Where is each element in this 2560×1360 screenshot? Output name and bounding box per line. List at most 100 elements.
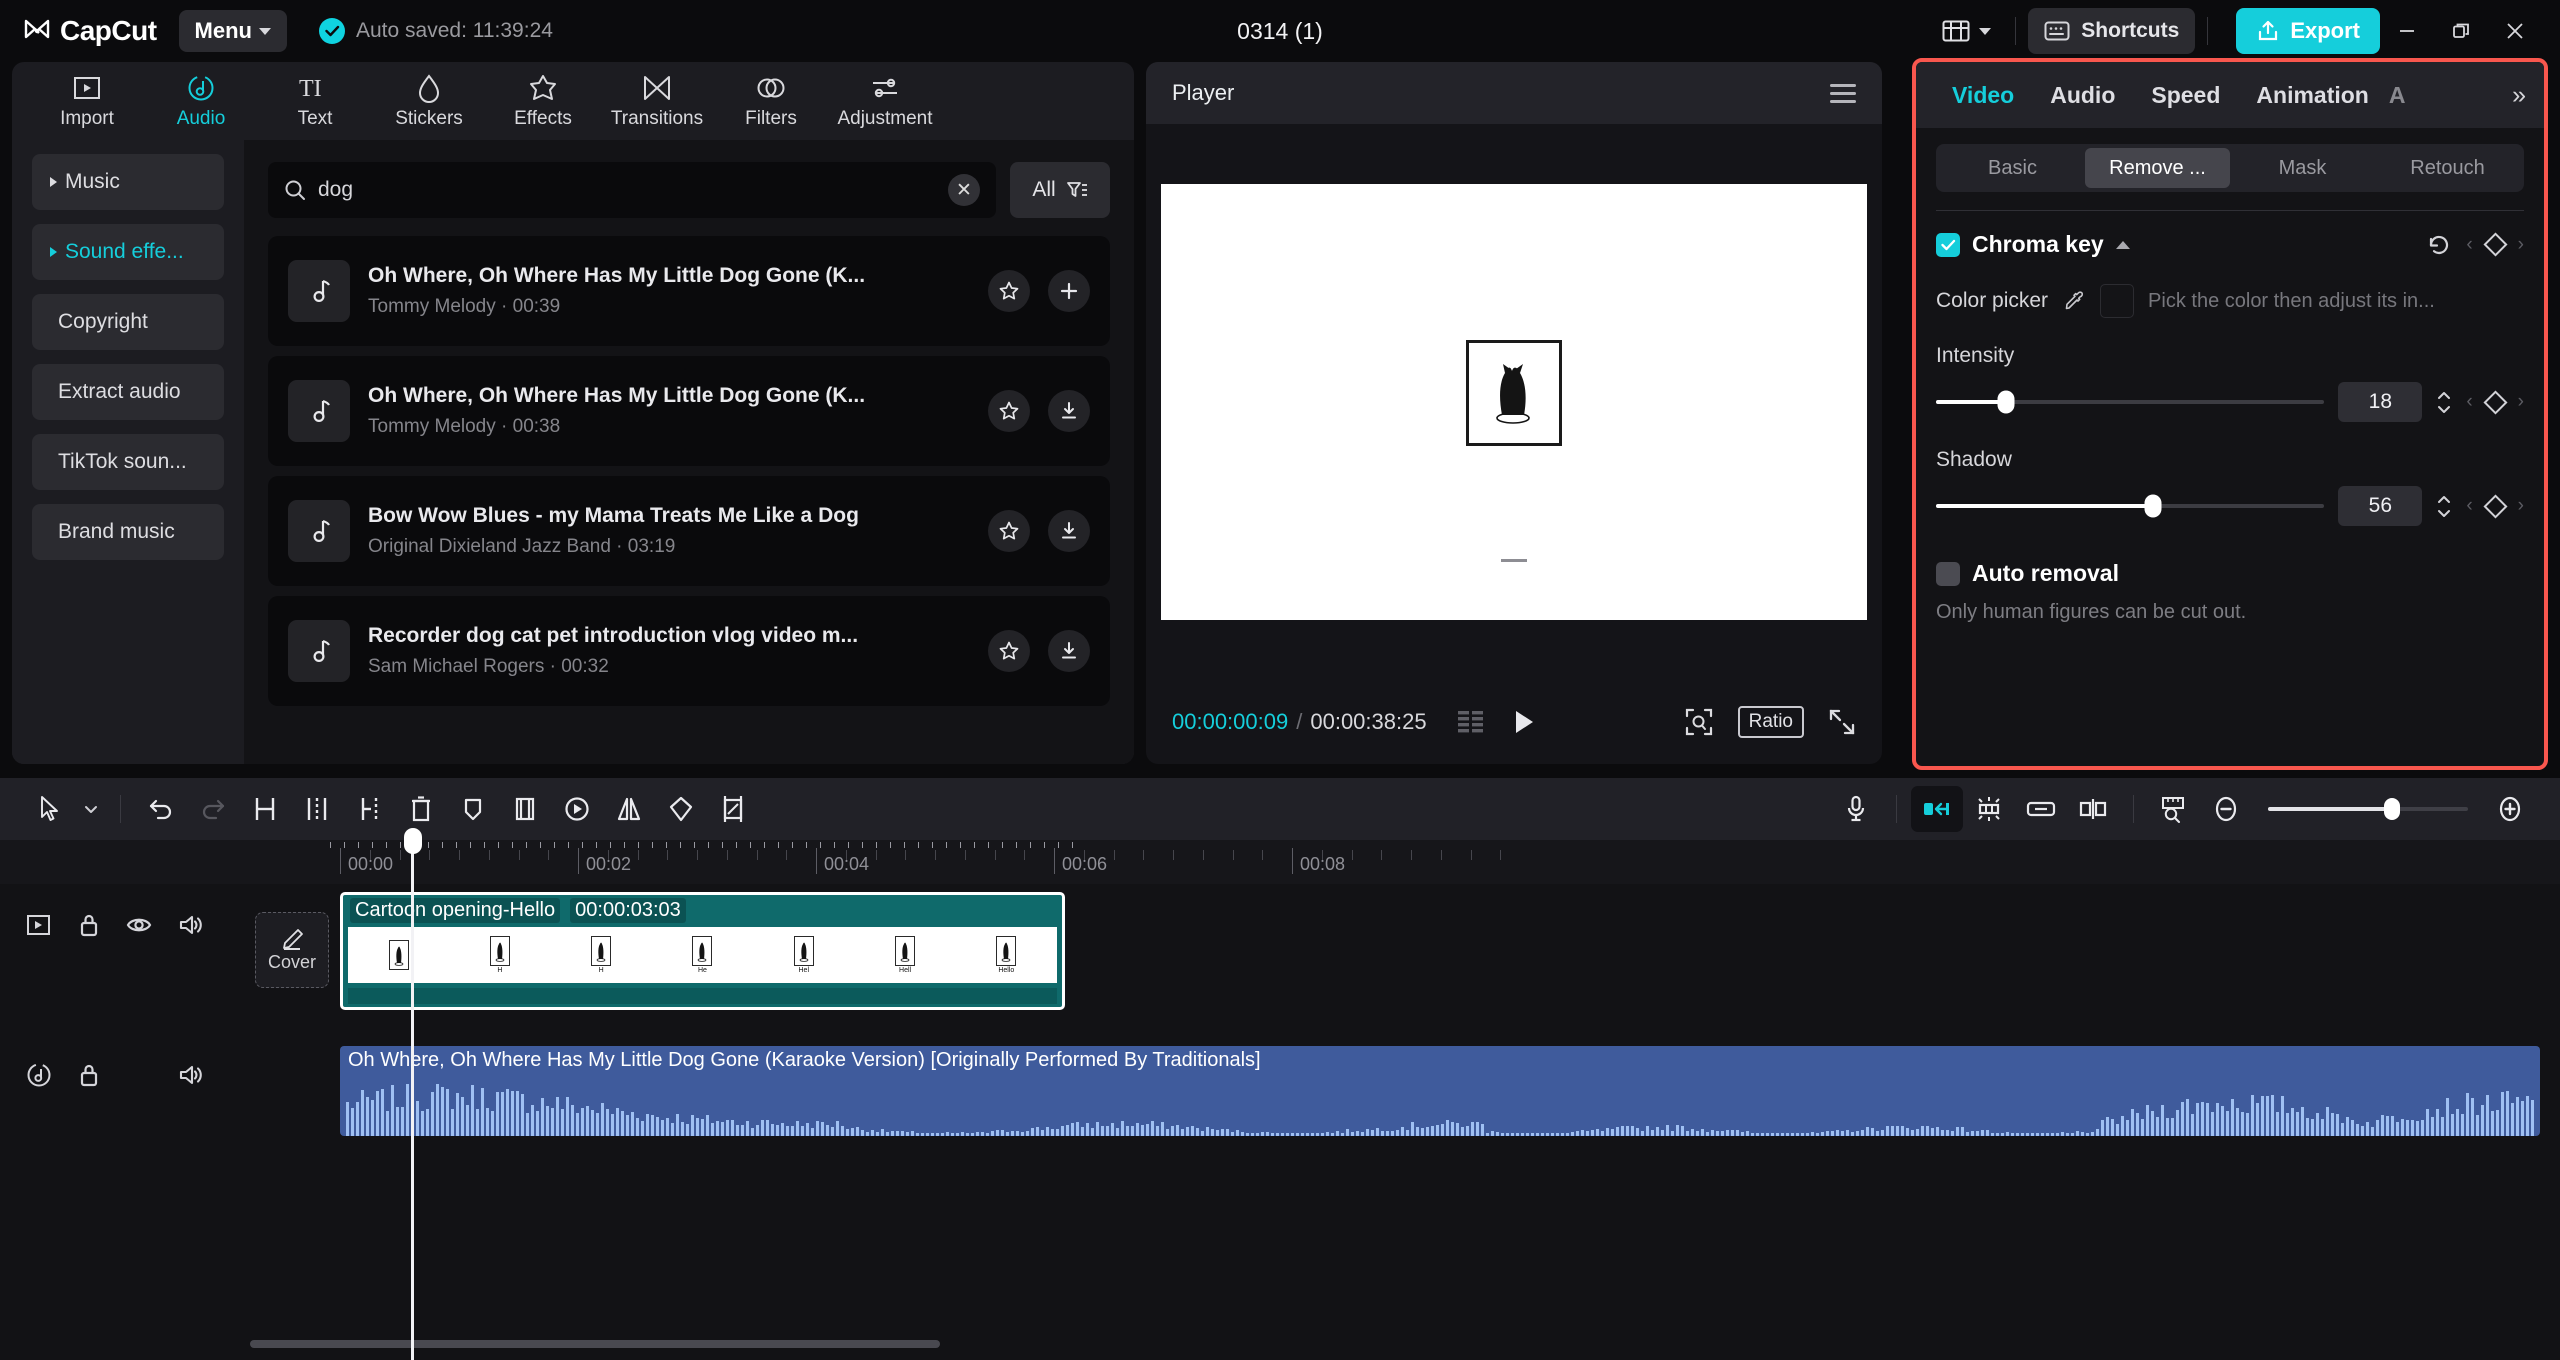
subtab-mask[interactable]: Mask: [2230, 148, 2375, 188]
category-sound-effects[interactable]: Sound effe...: [32, 224, 224, 280]
mirror-track-icon[interactable]: [26, 913, 52, 937]
list-item[interactable]: Recorder dog cat pet introduction vlog v…: [268, 596, 1110, 706]
ratio-button[interactable]: Ratio: [1738, 706, 1804, 738]
tab-adjustment[interactable]: Adjustment: [828, 65, 942, 137]
mirror-icon[interactable]: [603, 786, 655, 832]
tab-speed[interactable]: Speed: [2133, 82, 2238, 109]
layout-button[interactable]: [1930, 10, 2003, 52]
tab-adjustment-partial[interactable]: A: [2387, 82, 2408, 109]
keyframe-icon[interactable]: [447, 786, 499, 832]
subtab-basic[interactable]: Basic: [1940, 148, 2085, 188]
frames-grid-icon[interactable]: [1457, 709, 1485, 735]
crop-frame-icon[interactable]: [499, 786, 551, 832]
tab-text[interactable]: TI Text: [258, 65, 372, 137]
volume-icon[interactable]: [178, 1063, 204, 1087]
download-icon[interactable]: [1048, 510, 1090, 552]
timeline-ruler[interactable]: 00:0000:0200:0400:0600:08: [0, 840, 2560, 884]
resize-handle[interactable]: [1501, 559, 1527, 562]
crop-icon[interactable]: [707, 786, 759, 832]
tab-stickers[interactable]: Stickers: [372, 65, 486, 137]
scrollbar-thumb[interactable]: [250, 1340, 940, 1348]
next-keyframe-icon[interactable]: ›: [2518, 391, 2524, 413]
zoom-slider[interactable]: [2268, 807, 2468, 811]
minimize-button[interactable]: [2380, 8, 2434, 54]
chevron-up-icon[interactable]: [2116, 241, 2130, 249]
video-clip[interactable]: Cartoon opening-Hello 00:00:03:03 HHHeHe…: [340, 892, 1065, 1010]
intensity-stepper[interactable]: [2436, 391, 2452, 414]
zoom-fit-icon[interactable]: [1684, 707, 1714, 737]
auto-removal-checkbox[interactable]: [1936, 562, 1960, 586]
category-tiktok-sounds[interactable]: TikTok soun...: [32, 434, 224, 490]
prev-keyframe-icon[interactable]: ‹: [2466, 234, 2472, 256]
shortcuts-button[interactable]: Shortcuts: [2028, 8, 2195, 54]
lock-icon[interactable]: [78, 912, 100, 938]
audio-clip[interactable]: Oh Where, Oh Where Has My Little Dog Gon…: [340, 1046, 2540, 1136]
add-keyframe-icon[interactable]: [2483, 232, 2507, 256]
play-icon[interactable]: [1511, 708, 1537, 736]
link-icon[interactable]: [2015, 786, 2067, 832]
next-keyframe-icon[interactable]: ›: [2518, 495, 2524, 517]
tab-effects[interactable]: Effects: [486, 65, 600, 137]
favorite-star-icon[interactable]: [988, 270, 1030, 312]
prev-keyframe-icon[interactable]: ‹: [2466, 391, 2472, 413]
category-extract-audio[interactable]: Extract audio: [32, 364, 224, 420]
menu-button[interactable]: Menu: [179, 10, 287, 52]
tab-video[interactable]: Video: [1934, 82, 2032, 109]
prev-keyframe-icon[interactable]: ‹: [2466, 495, 2472, 517]
filter-all-button[interactable]: All: [1010, 162, 1110, 218]
snap-magnet-icon[interactable]: [1911, 786, 1963, 832]
search-box[interactable]: ✕: [268, 162, 996, 218]
split-icon[interactable]: [239, 786, 291, 832]
chevron-double-right-icon[interactable]: »: [2504, 81, 2526, 110]
eye-icon[interactable]: [126, 913, 152, 937]
detach-audio-icon[interactable]: [2067, 786, 2119, 832]
search-input[interactable]: [318, 178, 936, 202]
clear-search-icon[interactable]: ✕: [948, 174, 980, 206]
intensity-slider[interactable]: [1936, 400, 2324, 404]
volume-icon[interactable]: [178, 913, 204, 937]
plus-icon[interactable]: [1048, 270, 1090, 312]
next-keyframe-icon[interactable]: ›: [2518, 234, 2524, 256]
hamburger-icon[interactable]: [1830, 84, 1856, 103]
rotate-icon[interactable]: [655, 786, 707, 832]
audio-track-icon[interactable]: [26, 1062, 52, 1088]
tab-filters[interactable]: Filters: [714, 65, 828, 137]
zoom-out-icon[interactable]: [2200, 786, 2252, 832]
intensity-value[interactable]: 18: [2338, 382, 2422, 422]
fullscreen-icon[interactable]: [1828, 708, 1856, 736]
lock-icon[interactable]: [78, 1062, 100, 1088]
tab-transitions[interactable]: Transitions: [600, 65, 714, 137]
split-right-icon[interactable]: [343, 786, 395, 832]
tab-audio[interactable]: Audio: [2032, 82, 2133, 109]
category-brand-music[interactable]: Brand music: [32, 504, 224, 560]
subtab-retouch[interactable]: Retouch: [2375, 148, 2520, 188]
shadow-stepper[interactable]: [2436, 495, 2452, 518]
category-copyright[interactable]: Copyright: [32, 294, 224, 350]
redo-icon[interactable]: [187, 786, 239, 832]
list-item[interactable]: Oh Where, Oh Where Has My Little Dog Gon…: [268, 356, 1110, 466]
tab-audio[interactable]: Audio: [144, 65, 258, 137]
close-button[interactable]: [2488, 8, 2542, 54]
favorite-star-icon[interactable]: [988, 390, 1030, 432]
color-swatch[interactable]: [2100, 284, 2134, 318]
chevron-down-icon[interactable]: [76, 786, 106, 832]
add-keyframe-icon[interactable]: [2483, 390, 2507, 414]
undo-icon[interactable]: [135, 786, 187, 832]
chroma-key-checkbox[interactable]: [1936, 233, 1960, 257]
add-keyframe-icon[interactable]: [2483, 494, 2507, 518]
favorite-star-icon[interactable]: [988, 510, 1030, 552]
favorite-star-icon[interactable]: [988, 630, 1030, 672]
split-center-icon[interactable]: [291, 786, 343, 832]
cover-button[interactable]: Cover: [255, 912, 329, 988]
ruler-icon[interactable]: [2148, 786, 2200, 832]
eyedropper-icon[interactable]: [2062, 289, 2086, 313]
download-icon[interactable]: [1048, 390, 1090, 432]
delete-icon[interactable]: [395, 786, 447, 832]
reset-icon[interactable]: [2426, 232, 2452, 258]
auto-adjust-icon[interactable]: [1963, 786, 2015, 832]
subtab-remove-bg[interactable]: Remove ...: [2085, 148, 2230, 188]
download-icon[interactable]: [1048, 630, 1090, 672]
list-item[interactable]: Oh Where, Oh Where Has My Little Dog Gon…: [268, 236, 1110, 346]
shadow-value[interactable]: 56: [2338, 486, 2422, 526]
maximize-button[interactable]: [2434, 8, 2488, 54]
